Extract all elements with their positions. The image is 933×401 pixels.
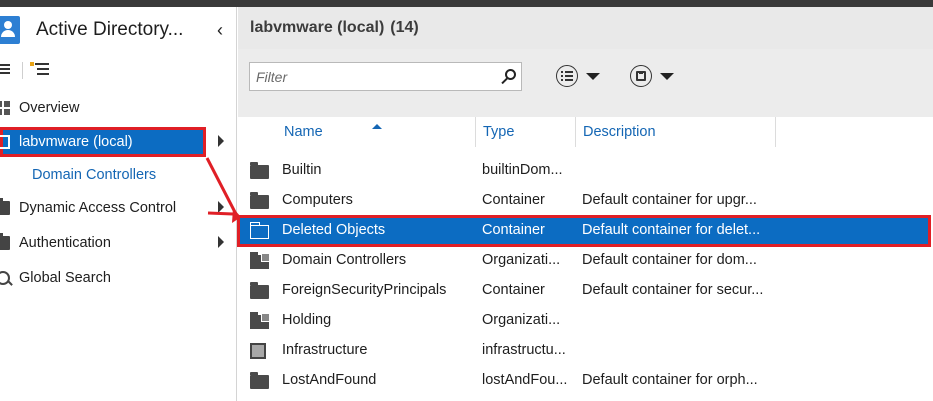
window-top-bar (0, 0, 933, 7)
toolbar (238, 49, 933, 117)
nav-item-labvmware[interactable]: labvmware (local) (0, 127, 237, 157)
nav-item-domain-controllers[interactable]: Domain Controllers (0, 160, 237, 190)
app-title: Active Directory... (36, 19, 184, 40)
filter-input[interactable] (250, 63, 495, 90)
expand-arrow-icon[interactable] (218, 135, 224, 147)
search-icon[interactable] (501, 69, 516, 85)
table-row[interactable]: Computers Container Default container fo… (238, 186, 933, 216)
expand-arrow-icon[interactable] (218, 236, 224, 248)
cell-type: Organizati... (482, 252, 561, 268)
list-options-icon (556, 65, 578, 87)
column-header-type[interactable]: Type (476, 117, 575, 147)
cell-description: Default container for delet... (582, 222, 761, 238)
nav-item-label: Overview (19, 100, 80, 116)
cell-description: Default container for secur... (582, 282, 764, 298)
chevron-down-icon (586, 73, 600, 80)
cell-name: ForeignSecurityPrincipals (282, 282, 447, 298)
cell-description: Default container for orph... (582, 372, 758, 388)
nav-item-global-search[interactable]: Global Search (0, 263, 237, 293)
cell-type: infrastructu... (482, 342, 566, 358)
nav-item-overview[interactable]: Overview (0, 93, 237, 123)
table-row[interactable]: Builtin builtinDom... (238, 156, 933, 186)
object-count: (14) (390, 19, 419, 36)
filter-box (249, 62, 522, 91)
cell-name: Builtin (282, 162, 322, 178)
main-pane: labvmware (local) (14) Name Type (237, 7, 933, 401)
grid-icon (0, 101, 10, 115)
navigation-pane: Active Directory... ‹ Overview labvmware… (0, 7, 237, 401)
domain-icon (0, 135, 10, 149)
column-header-name[interactable]: Name (238, 117, 475, 147)
table-row[interactable]: ForeignSecurityPrincipals Container Defa… (238, 276, 933, 306)
search-icon (0, 271, 10, 285)
folder-icon (249, 222, 269, 239)
folder-icon (250, 372, 269, 389)
page-title: labvmware (local) (14) (250, 19, 419, 37)
cell-description: Default container for dom... (582, 252, 757, 268)
nav-item-label: labvmware (local) (19, 134, 133, 150)
cell-type: Organizati... (482, 312, 561, 328)
expand-arrow-icon[interactable] (218, 201, 224, 213)
cell-type: lostAndFou... (482, 372, 568, 388)
column-divider[interactable] (775, 117, 776, 147)
nav-item-label: Domain Controllers (32, 167, 157, 183)
folder-icon (250, 282, 269, 299)
cell-name: LostAndFound (282, 372, 377, 388)
table-row[interactable]: Domain Controllers Organizati... Default… (238, 246, 933, 276)
sort-ascending-icon (372, 124, 382, 129)
tree-view-icon[interactable] (30, 62, 50, 78)
save-query-icon (630, 65, 652, 87)
objects-table: Name Type Description Builtin builtinDom… (237, 117, 933, 401)
cell-description: Default container for upgr... (582, 192, 757, 208)
cell-type: Container (482, 222, 545, 238)
chevron-left-icon[interactable]: ‹ (212, 20, 228, 40)
table-row-selected[interactable]: Deleted Objects Container Default contai… (237, 215, 933, 247)
column-header-description[interactable]: Description (576, 117, 775, 147)
ou-icon (250, 312, 270, 329)
main-header: labvmware (local) (14) (238, 7, 933, 49)
nav-item-dynamic-access-control[interactable]: Dynamic Access Control (0, 193, 237, 223)
list-options-button[interactable] (556, 65, 604, 89)
chevron-down-icon (660, 73, 674, 80)
table-row[interactable]: LostAndFound lostAndFou... Default conta… (238, 366, 933, 396)
save-query-button[interactable] (630, 65, 678, 89)
nav-item-label: Authentication (19, 235, 111, 251)
folder-icon (250, 192, 269, 209)
folder-icon (0, 233, 10, 250)
nav-item-label: Global Search (19, 270, 111, 286)
infrastructure-icon (250, 343, 266, 359)
divider (22, 62, 23, 79)
table-row[interactable]: Infrastructure infrastructu... (238, 336, 933, 366)
folder-icon (250, 162, 269, 179)
cell-type: Container (482, 192, 545, 208)
list-view-icon[interactable] (0, 63, 12, 77)
cell-name: Domain Controllers (282, 252, 407, 268)
user-directory-icon (0, 16, 20, 44)
folder-icon (0, 198, 10, 215)
cell-type: builtinDom... (482, 162, 563, 178)
cell-name: Deleted Objects (282, 222, 386, 238)
nav-header: Active Directory... ‹ (0, 7, 237, 52)
cell-name: Infrastructure (282, 342, 368, 358)
nav-item-authentication[interactable]: Authentication (0, 228, 237, 258)
cell-type: Container (482, 282, 545, 298)
domain-title: labvmware (local) (250, 19, 385, 36)
ou-icon (250, 252, 270, 269)
table-row[interactable]: Holding Organizati... (238, 306, 933, 336)
cell-name: Holding (282, 312, 332, 328)
view-switcher (0, 59, 237, 81)
cell-name: Computers (282, 192, 353, 208)
nav-item-label: Dynamic Access Control (19, 200, 177, 216)
